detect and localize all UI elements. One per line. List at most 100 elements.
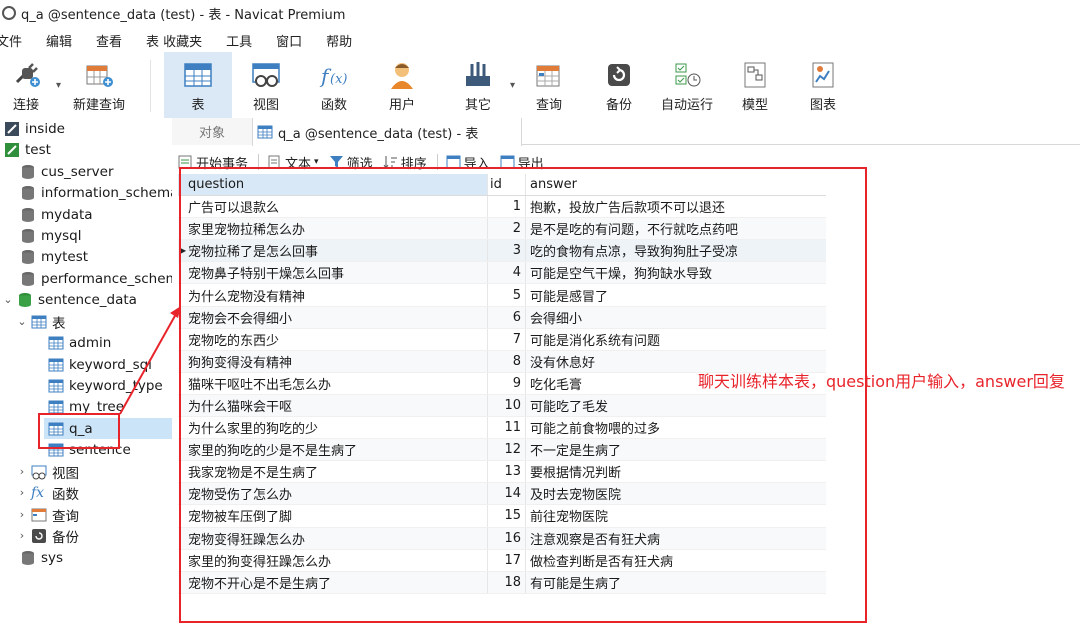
- other-button[interactable]: 其它: [448, 52, 508, 118]
- new-query-icon: [86, 65, 113, 87]
- database-icon: [22, 164, 34, 179]
- menu-view[interactable]: 查看: [96, 31, 122, 50]
- tab-title: q_a @sentence_data (test) - 表: [278, 126, 479, 142]
- query-icon: [31, 508, 47, 521]
- table-button[interactable]: 表: [164, 52, 232, 118]
- annotation-note: 聊天训练样本表，question用户输入，answer回复: [698, 372, 1065, 391]
- tab-q-a-table[interactable]: q_a @sentence_data (test) - 表: [252, 118, 522, 146]
- new-query-button[interactable]: 新建查询: [66, 52, 132, 118]
- database-item[interactable]: mysql: [20, 225, 82, 246]
- views-group-label: 视图: [52, 465, 79, 482]
- database-item[interactable]: sys: [20, 547, 63, 568]
- database-item[interactable]: cus_server: [20, 161, 114, 182]
- table-icon: [48, 336, 64, 349]
- query-icon: [536, 65, 560, 87]
- database-label: mytest: [41, 248, 89, 265]
- table-item[interactable]: keyword_type: [48, 375, 163, 396]
- menu-tools[interactable]: 工具: [226, 31, 252, 50]
- database-icon: [22, 550, 34, 565]
- chevron-right-icon[interactable]: ›: [16, 486, 28, 499]
- table-item[interactable]: keyword_sql: [48, 354, 152, 375]
- menu-help[interactable]: 帮助: [326, 31, 352, 50]
- highlight-box-q-a: [38, 413, 120, 449]
- tools-icon: [466, 62, 490, 86]
- functions-group-label: 函数: [52, 486, 79, 503]
- table-icon: [48, 358, 64, 371]
- chevron-right-icon[interactable]: ›: [16, 508, 28, 521]
- table-icon: [31, 315, 47, 328]
- database-open-icon: [19, 292, 31, 307]
- view-icon: [252, 63, 280, 87]
- connection-icon: [5, 121, 19, 136]
- automation-label: 自动运行: [660, 98, 713, 113]
- automation-button[interactable]: 自动运行: [652, 52, 722, 118]
- menu-file[interactable]: 文件: [0, 31, 22, 50]
- menu-edit[interactable]: 编辑: [46, 31, 72, 50]
- table-item[interactable]: admin: [48, 332, 111, 353]
- navicat-logo-icon: [2, 6, 16, 20]
- database-item[interactable]: information_schema: [20, 182, 172, 203]
- menu-window[interactable]: 窗口: [276, 31, 302, 50]
- table-icon: [184, 63, 212, 87]
- connect-dropdown-icon[interactable]: ▾: [56, 80, 61, 91]
- database-label: information_schema: [41, 184, 172, 201]
- database-item[interactable]: mytest: [20, 246, 88, 267]
- main-toolbar: 连接 ▾ 新建查询 表 视图 f (x) 函数 用户 其它 ▾ 查询 备份 自动运…: [0, 52, 1080, 118]
- query-label: 查询: [535, 98, 562, 113]
- table-icon: [257, 125, 273, 139]
- backups-group[interactable]: › 备份: [16, 525, 79, 546]
- automation-icon: [675, 63, 701, 87]
- functions-group[interactable]: › fx 函数: [16, 482, 79, 503]
- view-button[interactable]: 视图: [236, 52, 296, 118]
- model-button[interactable]: 模型: [726, 52, 784, 118]
- views-group[interactable]: › 视图: [16, 461, 79, 482]
- connect-button[interactable]: 连接: [6, 52, 46, 118]
- database-item[interactable]: performance_schema: [20, 268, 172, 289]
- chevron-down-icon: ▾: [314, 157, 319, 167]
- function-label: 函数: [320, 98, 347, 113]
- chevron-right-icon[interactable]: ›: [16, 465, 28, 478]
- menu-table[interactable]: 表: [146, 31, 159, 50]
- backup-icon: [608, 64, 630, 86]
- table-icon: [48, 379, 64, 392]
- view-icon: [31, 465, 47, 479]
- tables-group[interactable]: ⌄ 表: [16, 311, 66, 332]
- database-label: performance_schema: [41, 270, 172, 287]
- user-button[interactable]: 用户: [372, 52, 432, 118]
- database-item[interactable]: mydata: [20, 204, 93, 225]
- backup-button[interactable]: 备份: [590, 52, 648, 118]
- function-icon: fx: [31, 484, 45, 501]
- backup-icon: [32, 528, 46, 543]
- chart-button[interactable]: 图表: [794, 52, 852, 118]
- database-label: mysql: [41, 227, 82, 244]
- menu-bar: 文件 编辑 查看 表 收藏夹 工具 窗口 帮助: [0, 28, 1080, 52]
- chevron-down-icon[interactable]: ⌄: [2, 293, 14, 306]
- toolbar-divider: [150, 60, 151, 112]
- connection-active-icon: [5, 142, 19, 157]
- menu-favorites[interactable]: 收藏夹: [163, 31, 202, 50]
- queries-group[interactable]: › 查询: [16, 504, 79, 525]
- table-label: admin: [69, 334, 112, 351]
- table-label: keyword_sql: [69, 356, 152, 373]
- database-icon: [22, 271, 34, 286]
- view-label: 视图: [252, 98, 279, 113]
- window-title: q_a @sentence_data (test) - 表 - Navicat …: [21, 7, 346, 23]
- tables-group-label: 表: [52, 315, 66, 332]
- chevron-down-icon[interactable]: ⌄: [16, 315, 28, 328]
- queries-group-label: 查询: [52, 508, 79, 525]
- connection-test[interactable]: test: [4, 139, 51, 160]
- connection-inside[interactable]: inside: [4, 118, 65, 139]
- other-label: 其它: [464, 98, 491, 113]
- chevron-right-icon[interactable]: ›: [16, 529, 28, 542]
- tab-objects[interactable]: 对象: [172, 118, 252, 145]
- tab-bar: 对象 q_a @sentence_data (test) - 表: [172, 118, 1080, 146]
- function-button[interactable]: f (x) 函数: [304, 52, 364, 118]
- query-button[interactable]: 查询: [520, 52, 578, 118]
- other-dropdown-icon[interactable]: ▾: [510, 80, 515, 91]
- database-sentence-data[interactable]: ⌄ sentence_data: [2, 289, 137, 310]
- connection-label: test: [25, 141, 51, 158]
- new-query-label: 新建查询: [72, 98, 125, 113]
- database-label: mydata: [41, 206, 93, 223]
- title-bar: q_a @sentence_data (test) - 表 - Navicat …: [0, 0, 1080, 26]
- database-icon: [22, 185, 34, 200]
